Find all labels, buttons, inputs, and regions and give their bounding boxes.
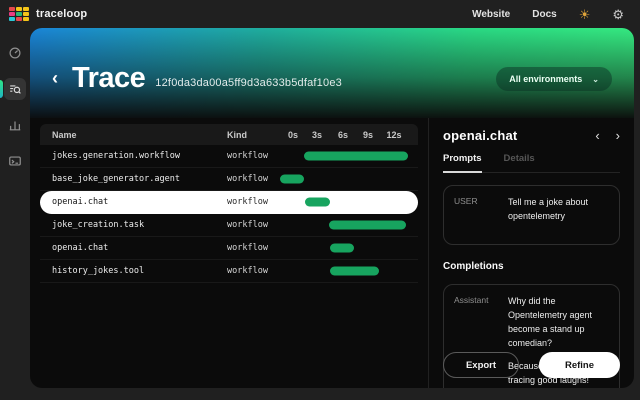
timeline-axis: 0s 3s 6s 9s 12s <box>277 124 410 145</box>
page-title: Trace <box>72 62 145 95</box>
span-timeline <box>277 145 410 167</box>
bar-chart-icon <box>8 118 22 132</box>
environment-dropdown-label: All environments <box>509 74 582 84</box>
top-bar: traceloop Website Docs ☀ ⚙ <box>0 0 640 28</box>
span-name: openai.chat <box>52 243 227 253</box>
duration-bar <box>280 175 304 184</box>
traceloop-logo-icon <box>9 7 29 22</box>
website-link[interactable]: Website <box>472 9 510 20</box>
sidebar-item-logs[interactable] <box>4 150 26 172</box>
axis-tick: 9s <box>363 130 373 140</box>
span-kind: workflow <box>227 174 277 184</box>
span-name: jokes.generation.workflow <box>52 151 227 161</box>
export-button[interactable]: Export <box>443 352 519 378</box>
settings-gear-icon[interactable]: ⚙ <box>612 8 624 21</box>
span-timeline <box>277 168 410 190</box>
duration-bar <box>304 152 408 161</box>
tab-details[interactable]: Details <box>504 153 535 172</box>
docs-link[interactable]: Docs <box>532 9 556 20</box>
duration-bar <box>329 221 406 230</box>
axis-tick: 12s <box>386 130 401 140</box>
span-name: openai.chat <box>52 197 227 207</box>
gauge-icon <box>8 46 22 60</box>
refine-button[interactable]: Refine <box>539 352 620 378</box>
next-span-chevron-icon[interactable]: › <box>616 129 620 142</box>
detail-tabs: Prompts Details <box>443 153 620 173</box>
brand: traceloop <box>9 7 87 22</box>
span-row[interactable]: jokes.generation.workflowworkflow <box>40 145 418 168</box>
prompt-message-box: USER Tell me a joke about opentelemetry <box>443 185 620 245</box>
duration-bar <box>305 198 330 207</box>
tab-prompts[interactable]: Prompts <box>443 153 482 173</box>
prev-span-chevron-icon[interactable]: ‹ <box>595 129 599 142</box>
trace-header: ‹ Trace 12f0da3da00a5ff9d3a633b5dfaf10e3… <box>30 28 634 118</box>
chevron-down-icon: ⌄ <box>592 75 599 84</box>
duration-bar <box>330 267 379 276</box>
span-timeline <box>277 191 410 213</box>
axis-tick: 3s <box>312 130 322 140</box>
span-kind: workflow <box>227 243 277 253</box>
back-chevron-icon[interactable]: ‹ <box>52 69 58 87</box>
span-row[interactable]: history_jokes.toolworkflow <box>40 260 418 283</box>
span-kind: workflow <box>227 266 277 276</box>
span-row[interactable]: openai.chatworkflow <box>40 191 418 214</box>
table-body: jokes.generation.workflowworkflowbase_jo… <box>40 145 418 283</box>
span-timeline <box>277 237 410 259</box>
span-name: base_joke_generator.agent <box>52 174 227 184</box>
span-timeline <box>277 214 410 236</box>
sidebar-item-dashboard[interactable] <box>4 42 26 64</box>
axis-tick: 6s <box>338 130 348 140</box>
duration-bar <box>330 244 354 253</box>
span-row[interactable]: openai.chatworkflow <box>40 237 418 260</box>
axis-tick: 0s <box>288 130 298 140</box>
span-title: openai.chat <box>443 128 517 143</box>
sidebar-item-metrics[interactable] <box>4 114 26 136</box>
table-header: Name Kind 0s 3s 6s 9s 12s <box>40 124 418 145</box>
span-timeline <box>277 260 410 282</box>
span-row[interactable]: base_joke_generator.agentworkflow <box>40 168 418 191</box>
span-name: joke_creation.task <box>52 220 227 230</box>
span-detail-panel: openai.chat ‹ › Prompts Details USER Tel… <box>428 118 634 388</box>
brand-name: traceloop <box>36 8 87 20</box>
theme-toggle-sun-icon[interactable]: ☀ <box>579 8 591 21</box>
column-name: Name <box>52 130 227 140</box>
environment-dropdown[interactable]: All environments ⌄ <box>496 67 612 91</box>
main-panel: ‹ Trace 12f0da3da00a5ff9d3a633b5dfaf10e3… <box>30 28 634 388</box>
span-row[interactable]: joke_creation.taskworkflow <box>40 214 418 237</box>
span-kind: workflow <box>227 220 277 230</box>
trace-id: 12f0da3da00a5ff9d3a633b5dfaf10e3 <box>155 77 342 89</box>
completions-label: Completions <box>443 261 620 272</box>
logs-icon <box>8 154 22 168</box>
span-kind: workflow <box>227 197 277 207</box>
prompt-role-label: USER <box>454 196 498 234</box>
sidebar <box>0 28 30 400</box>
span-table: Name Kind 0s 3s 6s 9s 12s jokes.generati… <box>30 118 428 388</box>
sidebar-item-traces[interactable] <box>4 78 26 100</box>
column-kind: Kind <box>227 130 277 140</box>
prompt-text: Tell me a joke about opentelemetry <box>508 196 609 234</box>
trace-search-icon <box>8 82 22 96</box>
span-kind: workflow <box>227 151 277 161</box>
span-name: history_jokes.tool <box>52 266 227 276</box>
